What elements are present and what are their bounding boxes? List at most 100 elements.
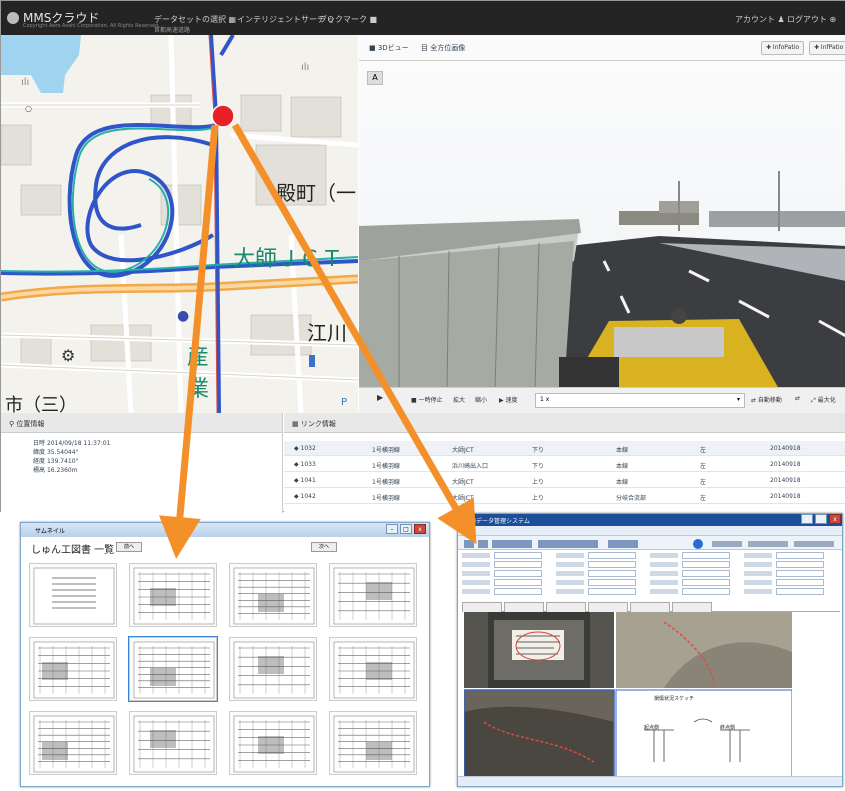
form-field[interactable]: [682, 579, 730, 586]
menu-bar: [458, 526, 842, 536]
link-info-header: ▦ リンク情報: [284, 413, 845, 433]
drawing-thumbnail[interactable]: [229, 637, 317, 701]
form-row: [462, 570, 840, 578]
tab-panorama[interactable]: 目 全方位画像: [421, 43, 465, 53]
table-row[interactable]: ◆ 1033 1号横羽線 浜川崎出入口 下り 本線 左 20140918: [284, 457, 845, 472]
playback-controls: ▶ ■ 一時停止 拡大 縮小 ▶ 速度 1 x ▾ ⇄ 自動移動 ⇄ ⤢ 最大化: [359, 387, 845, 413]
map-panel[interactable]: ılı ılı ○ ⚙ ● P 殿町（一 大師ＪＣＴ 江川 産 業 市（三）: [1, 35, 358, 413]
inspection-tab[interactable]: [462, 602, 502, 612]
minimize-icon[interactable]: –: [386, 524, 398, 534]
speed-button[interactable]: ▶ 速度: [499, 395, 518, 404]
form-field[interactable]: [776, 588, 824, 595]
tab-3d-view[interactable]: ■ 3Dビュー: [369, 43, 409, 53]
infopatio-button-2[interactable]: ✚ InfPatio: [809, 41, 845, 55]
form-label: [462, 562, 490, 567]
form-field[interactable]: [682, 588, 730, 595]
inspection-tab[interactable]: [504, 602, 544, 612]
drawing-thumbnail[interactable]: [129, 563, 217, 627]
form-field[interactable]: [776, 561, 824, 568]
table-row[interactable]: ◆ 1041 1号横羽線 大師JCT 上り 本線 左 20140918: [284, 473, 845, 488]
nav-account[interactable]: アカウント ♟: [735, 14, 785, 25]
position-row: 標高 16.2360m: [33, 467, 78, 474]
close-icon[interactable]: x: [414, 524, 426, 534]
toolbar-icons: [464, 539, 834, 549]
form-field[interactable]: [776, 579, 824, 586]
form-field[interactable]: [682, 561, 730, 568]
map-label-san: 産: [187, 345, 210, 370]
inspection-tab[interactable]: [672, 602, 712, 612]
form-field[interactable]: [494, 579, 542, 586]
next-page-button[interactable]: 次へ: [311, 542, 337, 552]
inspection-window: 点検データ管理システム – □ x 損傷状況スケッチ 起点側 終点側: [457, 513, 843, 787]
pause-button[interactable]: ■ 一時停止: [411, 395, 443, 404]
minimize-icon[interactable]: –: [801, 514, 813, 524]
drawing-thumbnail[interactable]: [128, 636, 218, 702]
nav-dataset-sub: 首都高速道路: [154, 27, 191, 34]
form-field[interactable]: [588, 561, 636, 568]
form-field[interactable]: [776, 570, 824, 577]
drawing-thumbnail[interactable]: [29, 711, 117, 775]
link-info-title: リンク情報: [300, 420, 336, 428]
zoom-out-button[interactable]: 縮小: [475, 395, 487, 404]
inspection-record-form: [462, 552, 840, 600]
drawing-thumbnail[interactable]: [329, 711, 417, 775]
drawing-thumbnail[interactable]: [229, 563, 317, 627]
drawing-thumbnail[interactable]: [29, 637, 117, 701]
infopatio-button-1[interactable]: ✚ InfoPatio: [761, 41, 805, 55]
inspection-tab[interactable]: [546, 602, 586, 612]
form-label: [462, 589, 490, 594]
mode-toggle-icon[interactable]: ⇄: [795, 395, 800, 402]
form-field[interactable]: [776, 552, 824, 559]
drawing-thumbnail[interactable]: [29, 563, 117, 627]
prev-page-button[interactable]: 前へ: [116, 542, 142, 552]
inspection-photo-panel[interactable]: [464, 612, 792, 778]
maximize-icon[interactable]: □: [400, 524, 412, 534]
nav-logout[interactable]: ログアウト ⊕: [787, 14, 836, 25]
panorama-a-button[interactable]: A: [367, 71, 383, 85]
form-field[interactable]: [682, 570, 730, 577]
inspection-tab-strip: [462, 602, 840, 612]
nav-bookmark[interactable]: ブックマーク ■: [319, 14, 377, 25]
logo-icon: [7, 11, 19, 24]
form-field[interactable]: [588, 579, 636, 586]
table-row[interactable]: ◆ 1032 1号横羽線 大師JCT 下り 本線 左 20140918: [284, 441, 845, 456]
form-label: [556, 562, 584, 567]
form-label: [462, 580, 490, 585]
form-label: [650, 553, 678, 558]
svg-text:ılı: ılı: [301, 62, 309, 73]
toolbar: [458, 536, 842, 550]
form-field[interactable]: [494, 588, 542, 595]
map-label-tonomachi: 殿町（一: [276, 181, 356, 205]
drawing-list-window: サムネイル – □ x しゅん工図書 一覧 前へ 次へ: [20, 522, 430, 787]
speed-select[interactable]: 1 x ▾: [535, 393, 745, 408]
form-field[interactable]: [588, 588, 636, 595]
zoom-in-button[interactable]: 拡大: [453, 395, 465, 404]
drawing-thumbnail[interactable]: [129, 711, 217, 775]
position-info-title: 位置情報: [16, 420, 45, 428]
form-label: [744, 562, 772, 567]
drawing-thumbnail[interactable]: [329, 563, 417, 627]
form-field[interactable]: [682, 552, 730, 559]
form-field[interactable]: [494, 561, 542, 568]
table-row[interactable]: ◆ 1042 1号横羽線 大師JCT 上り 分岐合流部 左 20140918: [284, 489, 845, 504]
form-field[interactable]: [588, 552, 636, 559]
panorama-viewer: ■ 3Dビュー 目 全方位画像 ✚ InfoPatio ✚ InfPatio A…: [359, 35, 845, 413]
inspection-tab[interactable]: [630, 602, 670, 612]
street-panorama-image[interactable]: [359, 61, 845, 389]
form-label: [650, 571, 678, 576]
maximize-button[interactable]: ⤢ 最大化: [811, 395, 836, 405]
position-info-panel: ⚲ 位置情報 日時 2014/09/18 11:37:01 緯度 35.5404…: [1, 413, 283, 513]
auto-move-button[interactable]: ⇄ 自動移動: [751, 395, 782, 404]
form-field[interactable]: [588, 570, 636, 577]
form-field[interactable]: [494, 570, 542, 577]
drawing-thumbnail[interactable]: [329, 637, 417, 701]
inspection-tab[interactable]: [588, 602, 628, 612]
nav-dataset-select[interactable]: データセットの選択 ▦: [154, 14, 236, 25]
maximize-icon[interactable]: □: [815, 514, 827, 524]
drawing-thumbnail[interactable]: [229, 711, 317, 775]
close-icon[interactable]: x: [829, 514, 841, 524]
play-button[interactable]: ▶: [377, 393, 383, 402]
form-field[interactable]: [494, 552, 542, 559]
current-position-marker[interactable]: [211, 104, 235, 128]
position-row: 経度 139.7410°: [33, 458, 79, 465]
